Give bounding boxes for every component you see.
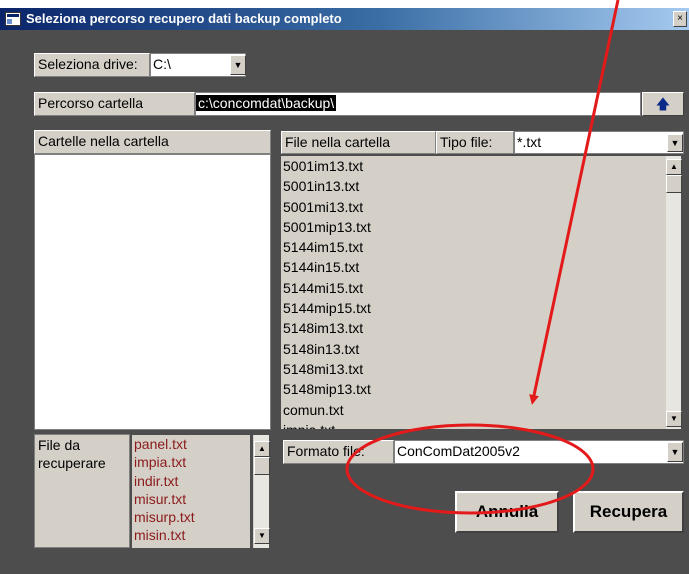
title-bar: Seleziona percorso recupero dati backup … [0, 8, 689, 30]
folder-up-button[interactable]: 🡅 [642, 92, 684, 116]
scroll-up-icon[interactable]: ▲ [254, 441, 270, 457]
close-icon[interactable]: × [673, 11, 687, 27]
format-value: ConComDat2005v2 [397, 443, 520, 459]
dialog-window: Seleziona percorso recupero dati backup … [0, 0, 689, 574]
folders-header: Cartelle nella cartella [34, 130, 271, 154]
list-item[interactable]: 5148im13.txt [281, 318, 665, 338]
list-item[interactable]: 5144im15.txt [281, 237, 665, 257]
list-item[interactable]: 5144mi15.txt [281, 278, 665, 298]
format-label: Formato file: [283, 440, 394, 464]
chevron-down-icon: ▼ [233, 60, 243, 70]
path-value: c:\concomdat\backup\ [196, 95, 337, 111]
list-item[interactable]: comun.txt [281, 400, 665, 420]
arrow-up-icon: 🡅 [655, 96, 671, 112]
path-input[interactable]: c:\concomdat\backup\ [195, 92, 641, 116]
list-item[interactable]: indir.txt [132, 472, 250, 490]
format-dropdown-button[interactable]: ▼ [667, 442, 683, 462]
list-item[interactable]: impia.txt [281, 420, 665, 429]
client-area: Seleziona drive: C:\ ▼ Percorso cartella… [0, 30, 689, 574]
list-item[interactable]: 5148mip13.txt [281, 379, 665, 399]
scroll-thumb[interactable] [666, 175, 682, 193]
drive-dropdown-button[interactable]: ▼ [230, 55, 246, 75]
form-icon [5, 12, 21, 26]
list-item[interactable]: misur.txt [132, 490, 250, 508]
list-item[interactable]: panel.txt [132, 435, 250, 453]
list-item[interactable]: 5148mi13.txt [281, 359, 665, 379]
file-type-select[interactable]: *.txt [514, 131, 684, 154]
path-label: Percorso cartella [34, 92, 195, 116]
files-header: File nella cartella [281, 131, 436, 154]
list-item[interactable]: 5148in13.txt [281, 339, 665, 359]
recover-list[interactable]: panel.txt impia.txt indir.txt misur.txt misu… [132, 435, 250, 548]
files-list[interactable]: 5001im13.txt 5001in13.txt 5001mi13.txt 5001… [281, 156, 665, 429]
list-item[interactable]: misurp.txt [132, 508, 250, 526]
chevron-down-icon: ▼ [670, 138, 680, 148]
list-item[interactable]: 5001mip13.txt [281, 217, 665, 237]
scroll-down-icon[interactable]: ▼ [254, 528, 270, 544]
list-item[interactable]: 5144in15.txt [281, 257, 665, 277]
scroll-thumb[interactable] [254, 457, 270, 475]
scroll-down-icon[interactable]: ▼ [666, 411, 682, 427]
folders-list[interactable] [34, 154, 271, 430]
recover-button[interactable]: Recupera [573, 491, 684, 533]
window-title: Seleziona percorso recupero dati backup … [26, 11, 342, 26]
recover-label-panel: File da recuperare [34, 434, 130, 548]
drive-label: Seleziona drive: [34, 53, 150, 77]
list-item[interactable]: 5001im13.txt [281, 156, 665, 176]
list-item[interactable]: 5144mip15.txt [281, 298, 665, 318]
drive-value: C:\ [153, 56, 171, 72]
cancel-button[interactable]: Annulla [455, 491, 559, 533]
chevron-down-icon: ▼ [670, 447, 680, 457]
list-item[interactable]: misin.txt [132, 526, 250, 544]
recover-label: File da recuperare [38, 437, 106, 471]
file-type-label: Tipo file: [436, 131, 514, 154]
list-item[interactable]: impia.txt [132, 453, 250, 471]
recover-scrollbar[interactable]: ▲ ▼ [253, 435, 270, 548]
files-scrollbar[interactable]: ▲ ▼ [665, 156, 682, 429]
scroll-up-icon[interactable]: ▲ [666, 159, 682, 175]
file-type-value: *.txt [517, 134, 542, 150]
list-item[interactable]: 5001in13.txt [281, 176, 665, 196]
list-item[interactable]: 5001mi13.txt [281, 197, 665, 217]
format-select[interactable]: ConComDat2005v2 [394, 440, 684, 464]
file-type-dropdown-button[interactable]: ▼ [667, 134, 683, 152]
